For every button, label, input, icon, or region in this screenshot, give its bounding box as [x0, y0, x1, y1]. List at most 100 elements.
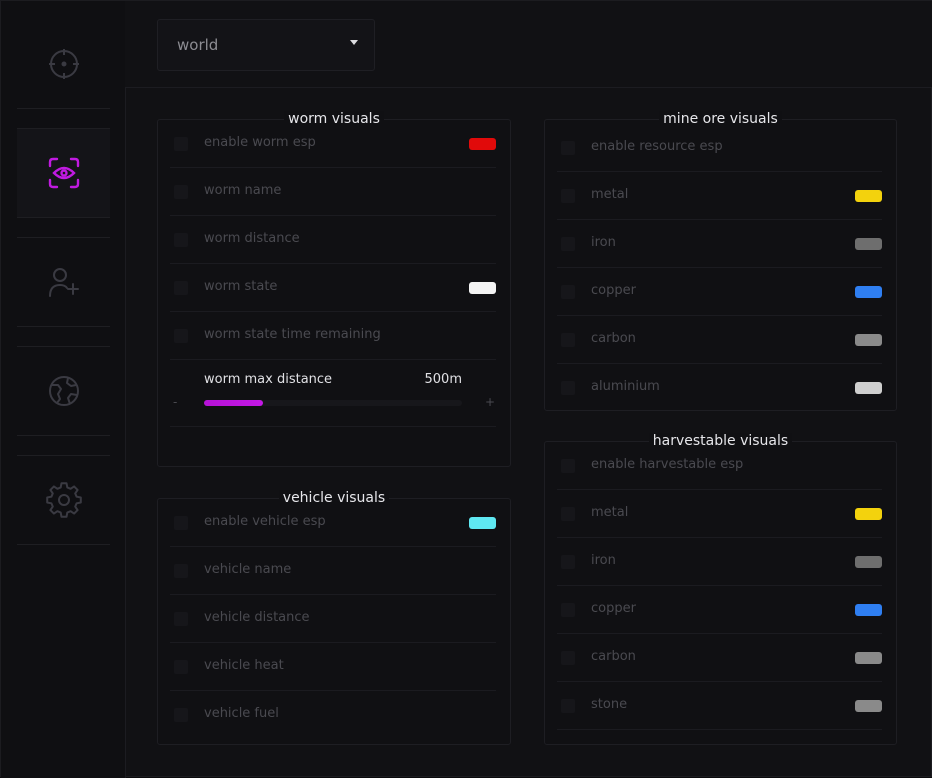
worm-max-distance-slider[interactable]: [204, 400, 462, 406]
checkbox[interactable]: [561, 699, 575, 713]
checkbox[interactable]: [561, 333, 575, 347]
eye-scan-icon: [48, 157, 79, 189]
harvest-iron-row: iron: [557, 538, 882, 586]
resource-esp-row: enable resource esp: [557, 124, 882, 172]
user-add-icon: [48, 268, 79, 297]
option-label: iron: [591, 553, 616, 568]
option-label: stone: [591, 697, 628, 712]
checkbox[interactable]: [561, 603, 575, 617]
sidebar: [1, 1, 126, 778]
color-swatch[interactable]: [469, 282, 496, 294]
worm-visuals-panel: worm visuals enable worm esp worm name w…: [157, 111, 511, 467]
crosshair-icon: [48, 48, 79, 79]
vehicle-visuals-panel: vehicle visuals enable vehicle esp vehic…: [157, 490, 511, 745]
ore-aluminium-row: aluminium: [557, 364, 882, 412]
option-label: vehicle fuel: [204, 706, 279, 721]
checkbox[interactable]: [174, 612, 188, 626]
ore-iron-row: iron: [557, 220, 882, 268]
checkbox[interactable]: [561, 651, 575, 665]
option-label: enable worm esp: [204, 135, 316, 150]
checkbox[interactable]: [561, 507, 575, 521]
color-swatch[interactable]: [855, 190, 882, 202]
checkbox[interactable]: [174, 137, 188, 151]
worm-name-row: worm name: [170, 168, 496, 216]
checkbox[interactable]: [174, 329, 188, 343]
sidebar-item-world[interactable]: [17, 346, 110, 436]
world-select[interactable]: world: [157, 19, 375, 71]
checkbox[interactable]: [561, 381, 575, 395]
checkbox[interactable]: [561, 285, 575, 299]
harvestable-visuals-panel: harvestable visuals enable harvestable e…: [544, 433, 897, 745]
harvestable-esp-row: enable harvestable esp: [557, 442, 882, 490]
color-swatch[interactable]: [855, 556, 882, 568]
vehicle-heat-row: vehicle heat: [170, 643, 496, 691]
option-label: iron: [591, 235, 616, 250]
vehicle-fuel-row: vehicle fuel: [170, 691, 496, 739]
color-swatch[interactable]: [469, 138, 496, 150]
color-swatch[interactable]: [855, 652, 882, 664]
harvest-stone-row: stone: [557, 682, 882, 730]
vehicle-name-row: vehicle name: [170, 547, 496, 595]
slider-increment-button[interactable]: +: [485, 396, 495, 408]
gear-icon: [45, 482, 82, 518]
checkbox[interactable]: [174, 564, 188, 578]
option-label: copper: [591, 601, 636, 616]
color-swatch[interactable]: [855, 286, 882, 298]
option-label: worm distance: [204, 231, 300, 246]
slider-fill: [204, 400, 264, 406]
chevron-down-icon: [350, 40, 358, 45]
worm-esp-row: enable worm esp: [170, 120, 496, 168]
checkbox[interactable]: [174, 185, 188, 199]
option-label: vehicle name: [204, 562, 292, 577]
option-label: enable vehicle esp: [204, 514, 326, 529]
worm-state-row: worm state: [170, 264, 496, 312]
checkbox[interactable]: [561, 459, 575, 473]
checkbox[interactable]: [174, 233, 188, 247]
ore-copper-row: copper: [557, 268, 882, 316]
color-swatch[interactable]: [855, 238, 882, 250]
world-select-value: world: [177, 36, 219, 54]
vehicle-distance-row: vehicle distance: [170, 595, 496, 643]
checkbox[interactable]: [174, 281, 188, 295]
ore-metal-row: metal: [557, 172, 882, 220]
globe-icon: [48, 376, 79, 406]
color-swatch[interactable]: [855, 334, 882, 346]
option-label: carbon: [591, 649, 636, 664]
worm-distance-row: worm distance: [170, 216, 496, 264]
option-label: worm name: [204, 183, 282, 198]
sidebar-item-players[interactable]: [17, 237, 110, 327]
app-window: world worm visuals enable worm esp worm …: [0, 0, 932, 778]
worm-state-time-row: worm state time remaining: [170, 312, 496, 360]
slider-value: 500m: [424, 372, 462, 387]
color-swatch[interactable]: [469, 517, 496, 529]
option-label: worm state: [204, 279, 278, 294]
checkbox[interactable]: [174, 660, 188, 674]
option-label: enable resource esp: [591, 139, 723, 154]
sidebar-item-visuals[interactable]: [17, 128, 110, 218]
checkbox[interactable]: [174, 516, 188, 530]
option-label: metal: [591, 505, 629, 520]
option-label: worm state time remaining: [204, 327, 381, 342]
color-swatch[interactable]: [855, 382, 882, 394]
ore-carbon-row: carbon: [557, 316, 882, 364]
option-label: vehicle heat: [204, 658, 284, 673]
option-label: vehicle distance: [204, 610, 310, 625]
harvest-metal-row: metal: [557, 490, 882, 538]
harvest-copper-row: copper: [557, 586, 882, 634]
option-label: carbon: [591, 331, 636, 346]
option-label: metal: [591, 187, 629, 202]
checkbox[interactable]: [561, 141, 575, 155]
checkbox[interactable]: [561, 237, 575, 251]
slider-label: worm max distance: [204, 372, 333, 387]
checkbox[interactable]: [174, 708, 188, 722]
sidebar-item-settings[interactable]: [17, 455, 110, 545]
color-swatch[interactable]: [855, 508, 882, 520]
checkbox[interactable]: [561, 189, 575, 203]
sidebar-item-aim[interactable]: [17, 19, 110, 109]
color-swatch[interactable]: [855, 604, 882, 616]
checkbox[interactable]: [561, 555, 575, 569]
slider-decrement-button[interactable]: -: [173, 396, 177, 408]
vehicle-esp-row: enable vehicle esp: [170, 499, 496, 547]
worm-max-distance-slider-row: worm max distance 500m - +: [170, 360, 496, 427]
color-swatch[interactable]: [855, 700, 882, 712]
